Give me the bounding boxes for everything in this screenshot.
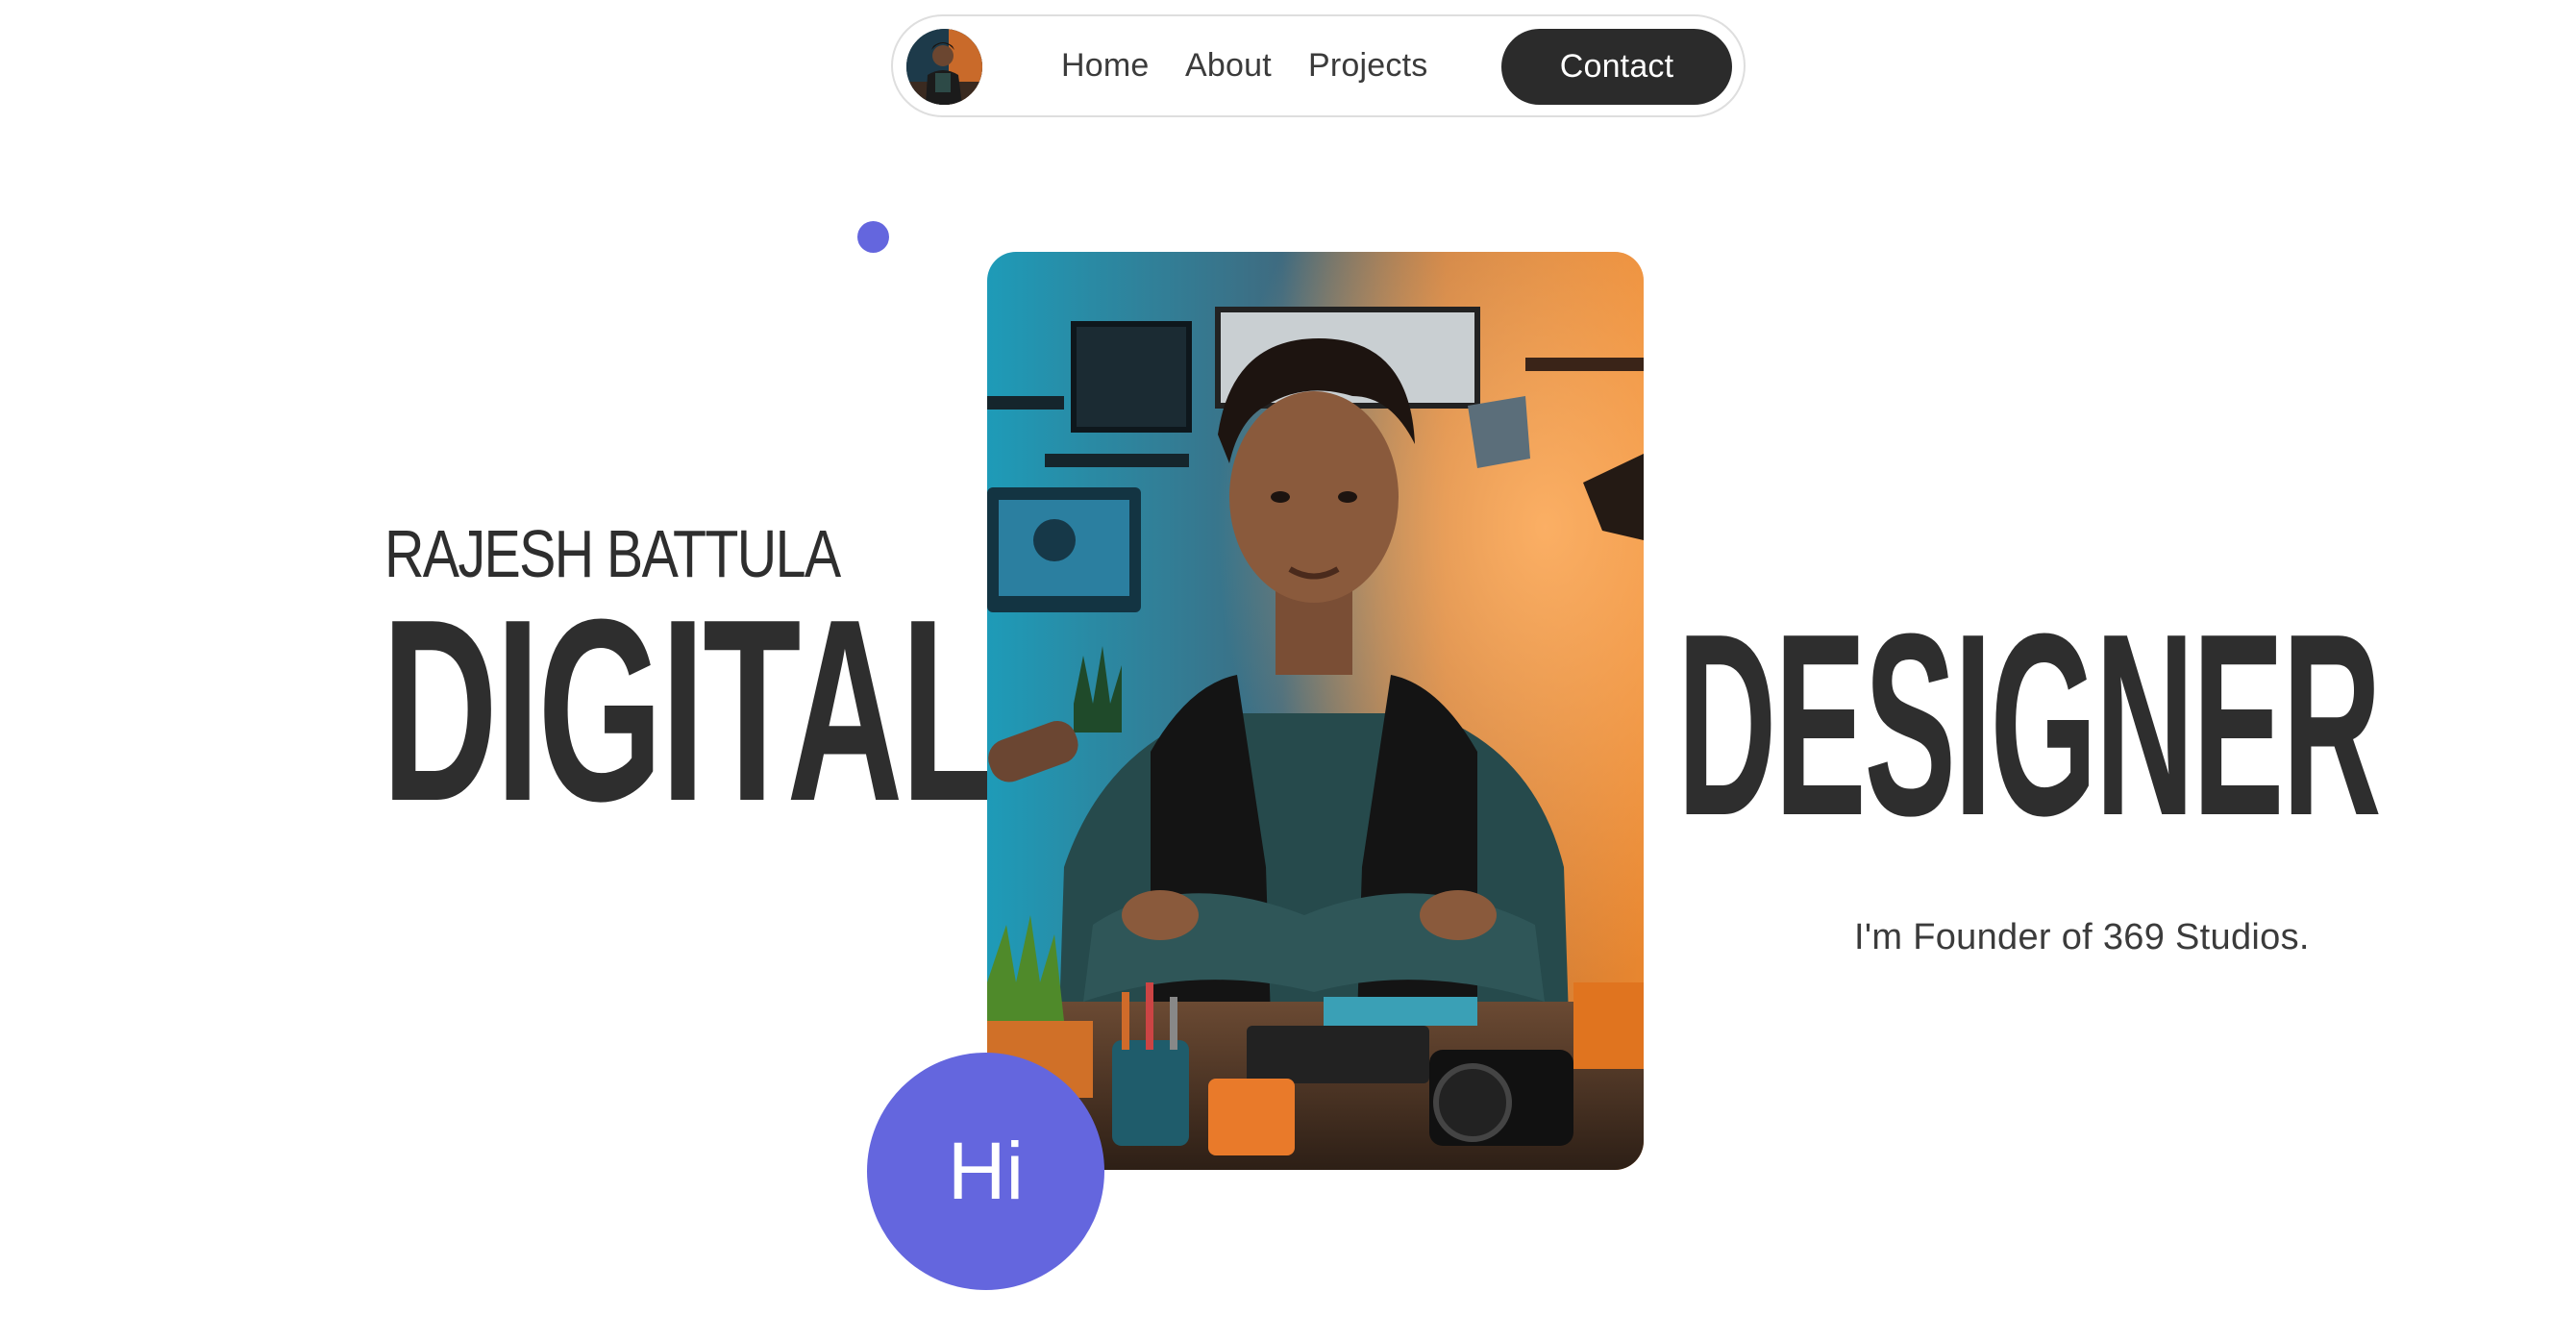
nav-link-about[interactable]: About — [1185, 46, 1272, 85]
nav-link-projects[interactable]: Projects — [1308, 46, 1427, 85]
hero-tagline: I'm Founder of 369 Studios. — [1854, 917, 2310, 957]
avatar[interactable] — [906, 29, 982, 105]
hero-word-designer: DESIGNER — [1677, 581, 2382, 870]
contact-button[interactable]: Contact — [1501, 29, 1732, 105]
page: Home About Projects Contact RAJESH BATTU… — [0, 0, 2576, 1341]
portrait-image — [987, 252, 1644, 1170]
accent-dot — [857, 221, 889, 253]
nav-link-home[interactable]: Home — [1061, 46, 1150, 85]
hi-bubble[interactable]: Hi — [867, 1053, 1104, 1290]
navbar: Home About Projects Contact — [891, 14, 1746, 117]
hero-word-digital: DIGITAL — [382, 566, 999, 856]
